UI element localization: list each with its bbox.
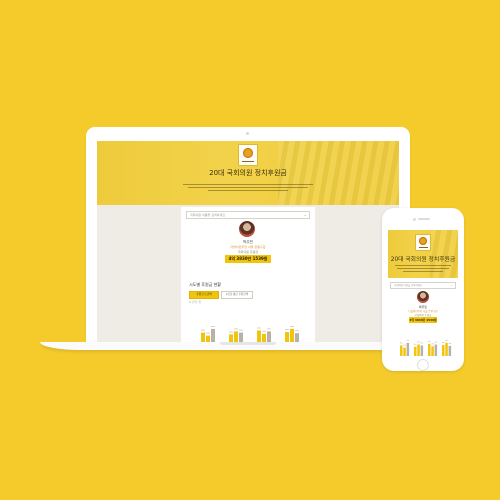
- bar-cap-2-2: [420, 342, 424, 344]
- bar-cap-4-2: [295, 330, 299, 332]
- phone-hero-description: [388, 265, 458, 274]
- laptop-notch: [220, 342, 276, 345]
- phone-camera: [413, 217, 416, 221]
- donation-bar-chart: [201, 326, 299, 343]
- assembly-emblem-icon: [238, 144, 258, 166]
- emblem-seal: [419, 237, 427, 245]
- bar-1-0: [400, 345, 403, 356]
- bar-cap-2-1: [417, 341, 420, 343]
- bar-cap-1-2: [406, 339, 410, 341]
- bar-4-1: [445, 342, 448, 356]
- bar-2-0: [414, 346, 417, 356]
- hero-description: [97, 184, 399, 193]
- bar-cap-2-0: [414, 343, 417, 345]
- bar-4-1: [290, 329, 294, 343]
- bar-2-1: [417, 344, 420, 356]
- bar-cap-3-0: [257, 327, 261, 329]
- bar-cap-1-0: [400, 342, 403, 344]
- product-mockup-scene: 20대 국회의원 정치후원금 국회의원 이름을 검색하세요 ⌄ 박주민 더불어민…: [0, 0, 500, 500]
- bar-3-0: [428, 343, 431, 356]
- laptop-screen: 20대 국회의원 정치후원금 국회의원 이름을 검색하세요 ⌄ 박주민 더불어민…: [97, 141, 399, 343]
- bar-cap-3-1: [431, 343, 434, 345]
- phone-home-button[interactable]: [417, 359, 429, 371]
- phone-page-title: 20대 국회의원 정치후원금: [390, 257, 456, 263]
- bar-cap-4-1: [445, 339, 448, 341]
- phone-screen: 20대 국회의원 정치후원금 국회의원 이름을 검색하세요 ⌄ 박주민 더불어민…: [388, 230, 458, 356]
- bar-3-1: [431, 346, 434, 356]
- bar-cap-1-1: [403, 344, 406, 346]
- bar-cap-2-0: [229, 331, 233, 333]
- bar-cap-3-1: [262, 330, 266, 332]
- bar-cap-2-2: [239, 329, 243, 331]
- bar-cap-4-0: [285, 329, 289, 330]
- bar-1-2: [211, 329, 215, 343]
- laptop-lid: 20대 국회의원 정치후원금 국회의원 이름을 검색하세요 ⌄ 박주민 더불어민…: [86, 127, 410, 343]
- bar-cap-1-1: [206, 332, 210, 334]
- hero-banner: 20대 국회의원 정치후원금: [97, 141, 399, 205]
- bar-cap-1-2: [211, 326, 215, 327]
- bar-cap-2-1: [234, 328, 238, 330]
- bar-cap-3-2: [267, 328, 271, 330]
- assembly-emblem-icon: [415, 234, 431, 251]
- bar-cap-1-0: [201, 329, 205, 331]
- emblem-seal: [243, 148, 253, 158]
- page-title: 20대 국회의원 정치후원금: [209, 169, 287, 177]
- phone-device: 20대 국회의원 정치후원금 국회의원 이름을 검색하세요 ⌄ 박주민 더불어민…: [382, 208, 464, 371]
- bar-cap-4-1: [290, 326, 294, 327]
- bar-cap-4-2: [448, 342, 452, 344]
- bar-2-2: [420, 345, 424, 356]
- bar-cap-4-0: [442, 342, 445, 343]
- laptop-camera: [246, 132, 249, 135]
- bar-1-2: [406, 342, 410, 356]
- bar-4-2: [448, 345, 452, 356]
- bar-cap-3-0: [428, 340, 431, 342]
- phone-speaker: [418, 218, 430, 220]
- bar-3-2: [434, 344, 438, 356]
- content-card: 국회의원 이름을 검색하세요 ⌄ 박주민 더불어민주당 서울 은평구갑 국회의원…: [181, 207, 315, 343]
- bar-cap-3-2: [434, 341, 438, 343]
- bar-4-0: [442, 345, 445, 356]
- bar-1-1: [403, 347, 406, 356]
